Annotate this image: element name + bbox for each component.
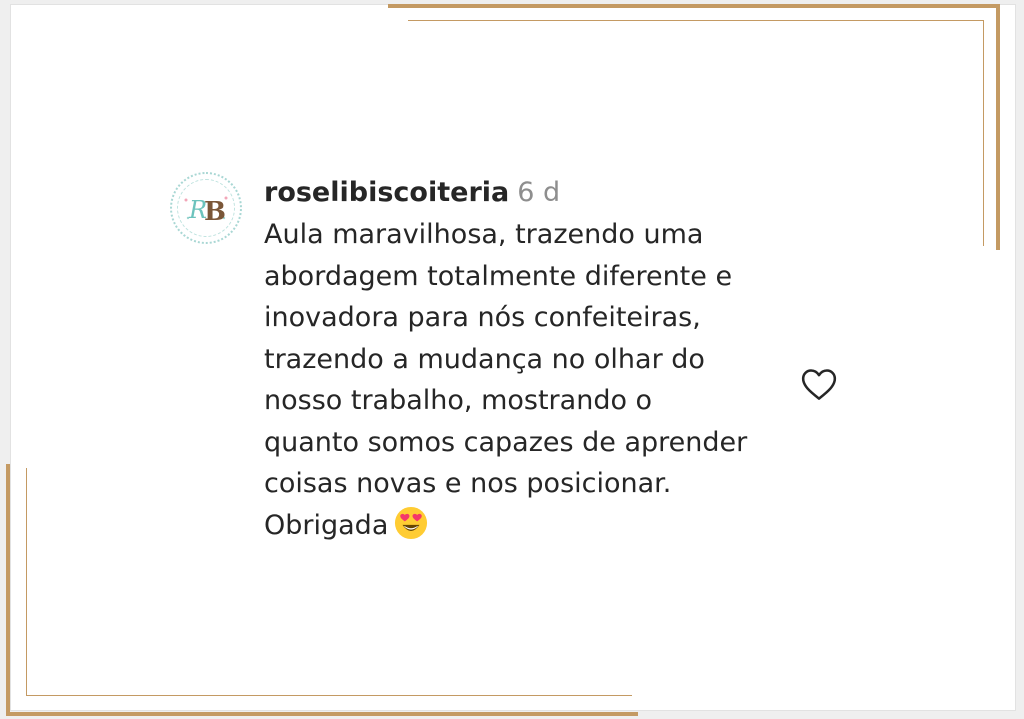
comment-line: inovadora para nós confeiteiras, — [264, 302, 701, 333]
comment-line-last: Obrigada — [264, 505, 804, 547]
avatar-logo: R B — [184, 196, 228, 227]
svg-text:B: B — [204, 197, 226, 227]
comment-line: trazendo a mudança no olhar do — [264, 343, 705, 375]
heart-eyes-emoji-icon — [395, 506, 428, 539]
comment-text: Aula maravilhosa, trazendo uma abordagem… — [264, 214, 804, 546]
comment-header: roselibiscoiteria 6 d — [264, 174, 804, 212]
heart-outline-icon — [801, 369, 837, 400]
like-button[interactable] — [800, 366, 838, 402]
username-link[interactable]: roselibiscoiteria — [264, 177, 509, 208]
comment-line: nosso trabalho, mostrando o — [264, 385, 653, 416]
avatar[interactable]: R B — [170, 172, 242, 244]
comment-line: Aula maravilhosa, trazendo uma — [264, 219, 704, 250]
comment-line: quanto somos capazes de aprender — [264, 426, 748, 458]
comment-time[interactable]: 6 d — [517, 177, 560, 208]
comment-line: coisas novas e nos posicionar. — [264, 468, 672, 499]
comment-line: Obrigada — [264, 509, 389, 541]
comment: roselibiscoiteria 6 d Aula maravilhosa, t… — [264, 174, 804, 546]
comment-line: abordagem totalmente diferente e — [264, 260, 733, 292]
